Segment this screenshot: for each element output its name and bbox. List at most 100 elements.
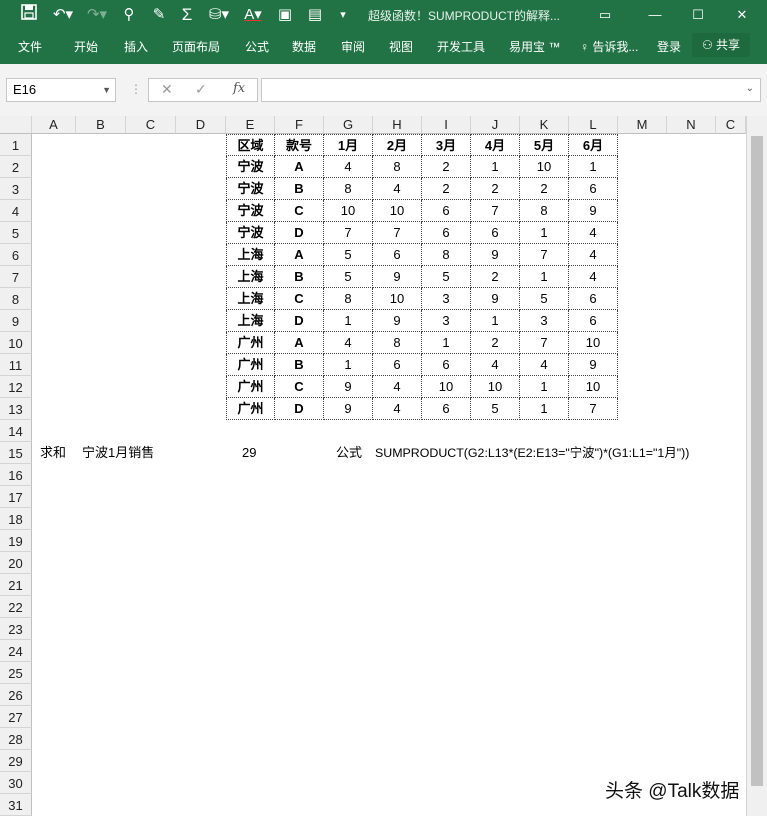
table-cell[interactable]: 5 (471, 398, 520, 420)
table-cell[interactable]: D (275, 398, 324, 420)
table-cell[interactable]: A (275, 156, 324, 178)
row-header[interactable]: 4 (0, 200, 32, 222)
insert-function-icon[interactable]: fx (233, 81, 245, 96)
table-cell[interactable]: 7 (520, 244, 569, 266)
tab-formulas[interactable]: 公式 (245, 38, 269, 55)
table-cell[interactable]: 9 (569, 200, 618, 222)
table-cell[interactable]: 4 (569, 266, 618, 288)
table-cell[interactable]: 宁波 (226, 156, 275, 178)
table-cell[interactable]: 6 (569, 288, 618, 310)
table-cell[interactable]: 2 (520, 178, 569, 200)
chart-icon[interactable]: ▤ (304, 4, 326, 26)
table-cell[interactable]: 7 (471, 200, 520, 222)
criteria-label-cell[interactable]: 宁波1月销售 (82, 442, 154, 464)
save-icon[interactable] (18, 4, 40, 26)
column-header[interactable]: G (324, 116, 373, 134)
table-cell[interactable]: 1 (520, 266, 569, 288)
table-cell[interactable]: 8 (373, 332, 422, 354)
add-user-icon[interactable]: ⚲ (118, 4, 140, 26)
row-header[interactable]: 9 (0, 310, 32, 332)
table-cell[interactable]: 6 (569, 310, 618, 332)
table-cell[interactable]: 广州 (226, 398, 275, 420)
table-cell[interactable]: 8 (422, 244, 471, 266)
table-cell[interactable]: 1 (520, 376, 569, 398)
column-header[interactable]: F (275, 116, 324, 134)
tab-view[interactable]: 视图 (389, 38, 413, 55)
table-cell[interactable]: 4 (520, 354, 569, 376)
row-header[interactable]: 21 (0, 574, 32, 596)
close-icon[interactable]: ✕ (727, 4, 757, 26)
table-cell[interactable]: 6 (422, 398, 471, 420)
column-header[interactable]: B (76, 116, 126, 134)
tab-review[interactable]: 审阅 (341, 38, 365, 55)
row-header[interactable]: 6 (0, 244, 32, 266)
table-cell[interactable]: 7 (569, 398, 618, 420)
column-header[interactable]: E (226, 116, 275, 134)
table-cell[interactable]: 10 (569, 376, 618, 398)
row-header[interactable]: 28 (0, 728, 32, 750)
table-header-cell[interactable]: 3月 (422, 134, 471, 156)
formula-label-cell[interactable]: 公式 (336, 442, 362, 464)
row-header[interactable]: 11 (0, 354, 32, 376)
tell-me-search[interactable]: ♀ 告诉我... (580, 38, 638, 55)
enter-icon[interactable]: ✓ (195, 81, 207, 98)
row-header[interactable]: 16 (0, 464, 32, 486)
column-header[interactable]: C (126, 116, 176, 134)
table-cell[interactable]: 1 (471, 156, 520, 178)
table-cell[interactable]: 10 (324, 200, 373, 222)
row-header[interactable]: 12 (0, 376, 32, 398)
table-cell[interactable]: 3 (422, 310, 471, 332)
table-cell[interactable]: D (275, 222, 324, 244)
share-button[interactable]: ⚇ 共享 (692, 33, 750, 57)
table-cell[interactable]: 广州 (226, 376, 275, 398)
table-cell[interactable]: 1 (471, 310, 520, 332)
table-cell[interactable]: 3 (520, 310, 569, 332)
table-cell[interactable]: 9 (373, 266, 422, 288)
column-header[interactable]: J (471, 116, 520, 134)
column-header[interactable]: H (373, 116, 422, 134)
table-cell[interactable]: 3 (422, 288, 471, 310)
row-header[interactable]: 8 (0, 288, 32, 310)
table-cell[interactable]: 10 (422, 376, 471, 398)
splitter-dots-icon[interactable]: ⋮ (130, 82, 142, 96)
table-cell[interactable]: 4 (324, 156, 373, 178)
table-cell[interactable]: 1 (324, 310, 373, 332)
row-header[interactable]: 22 (0, 596, 32, 618)
table-cell[interactable]: 6 (422, 354, 471, 376)
undo-icon[interactable]: ↶▾ (50, 4, 76, 26)
table-cell[interactable]: 10 (569, 332, 618, 354)
cancel-icon[interactable]: ✕ (161, 81, 173, 98)
table-cell[interactable]: 9 (324, 376, 373, 398)
table-header-cell[interactable]: 1月 (324, 134, 373, 156)
row-header[interactable]: 30 (0, 772, 32, 794)
table-cell[interactable]: 4 (373, 376, 422, 398)
row-header[interactable]: 14 (0, 420, 32, 442)
table-header-cell[interactable]: 6月 (569, 134, 618, 156)
table-cell[interactable]: 9 (373, 310, 422, 332)
row-header[interactable]: 20 (0, 552, 32, 574)
column-header[interactable]: M (618, 116, 667, 134)
row-header[interactable]: 15 (0, 442, 32, 464)
table-cell[interactable]: D (275, 310, 324, 332)
table-cell[interactable]: 1 (520, 222, 569, 244)
row-header[interactable]: 3 (0, 178, 32, 200)
table-cell[interactable]: C (275, 200, 324, 222)
formula-text-cell[interactable]: SUMPRODUCT(G2:L13*(E2:E13="宁波")*(G1:L1="… (375, 442, 689, 464)
row-header[interactable]: 19 (0, 530, 32, 552)
tab-file[interactable]: 文件 (18, 38, 42, 55)
row-header[interactable]: 27 (0, 706, 32, 728)
table-cell[interactable]: 7 (324, 222, 373, 244)
table-header-cell[interactable]: 款号 (275, 134, 324, 156)
row-header[interactable]: 2 (0, 156, 32, 178)
row-header[interactable]: 10 (0, 332, 32, 354)
table-cell[interactable]: B (275, 178, 324, 200)
row-header[interactable]: 5 (0, 222, 32, 244)
column-header[interactable]: L (569, 116, 618, 134)
result-cell[interactable]: 29 (242, 442, 256, 464)
tab-page-layout[interactable]: 页面布局 (172, 38, 220, 55)
row-header[interactable]: 18 (0, 508, 32, 530)
table-cell[interactable]: 广州 (226, 354, 275, 376)
font-color-icon[interactable]: A▾ (240, 4, 266, 26)
table-cell[interactable]: 4 (324, 332, 373, 354)
row-header[interactable]: 23 (0, 618, 32, 640)
